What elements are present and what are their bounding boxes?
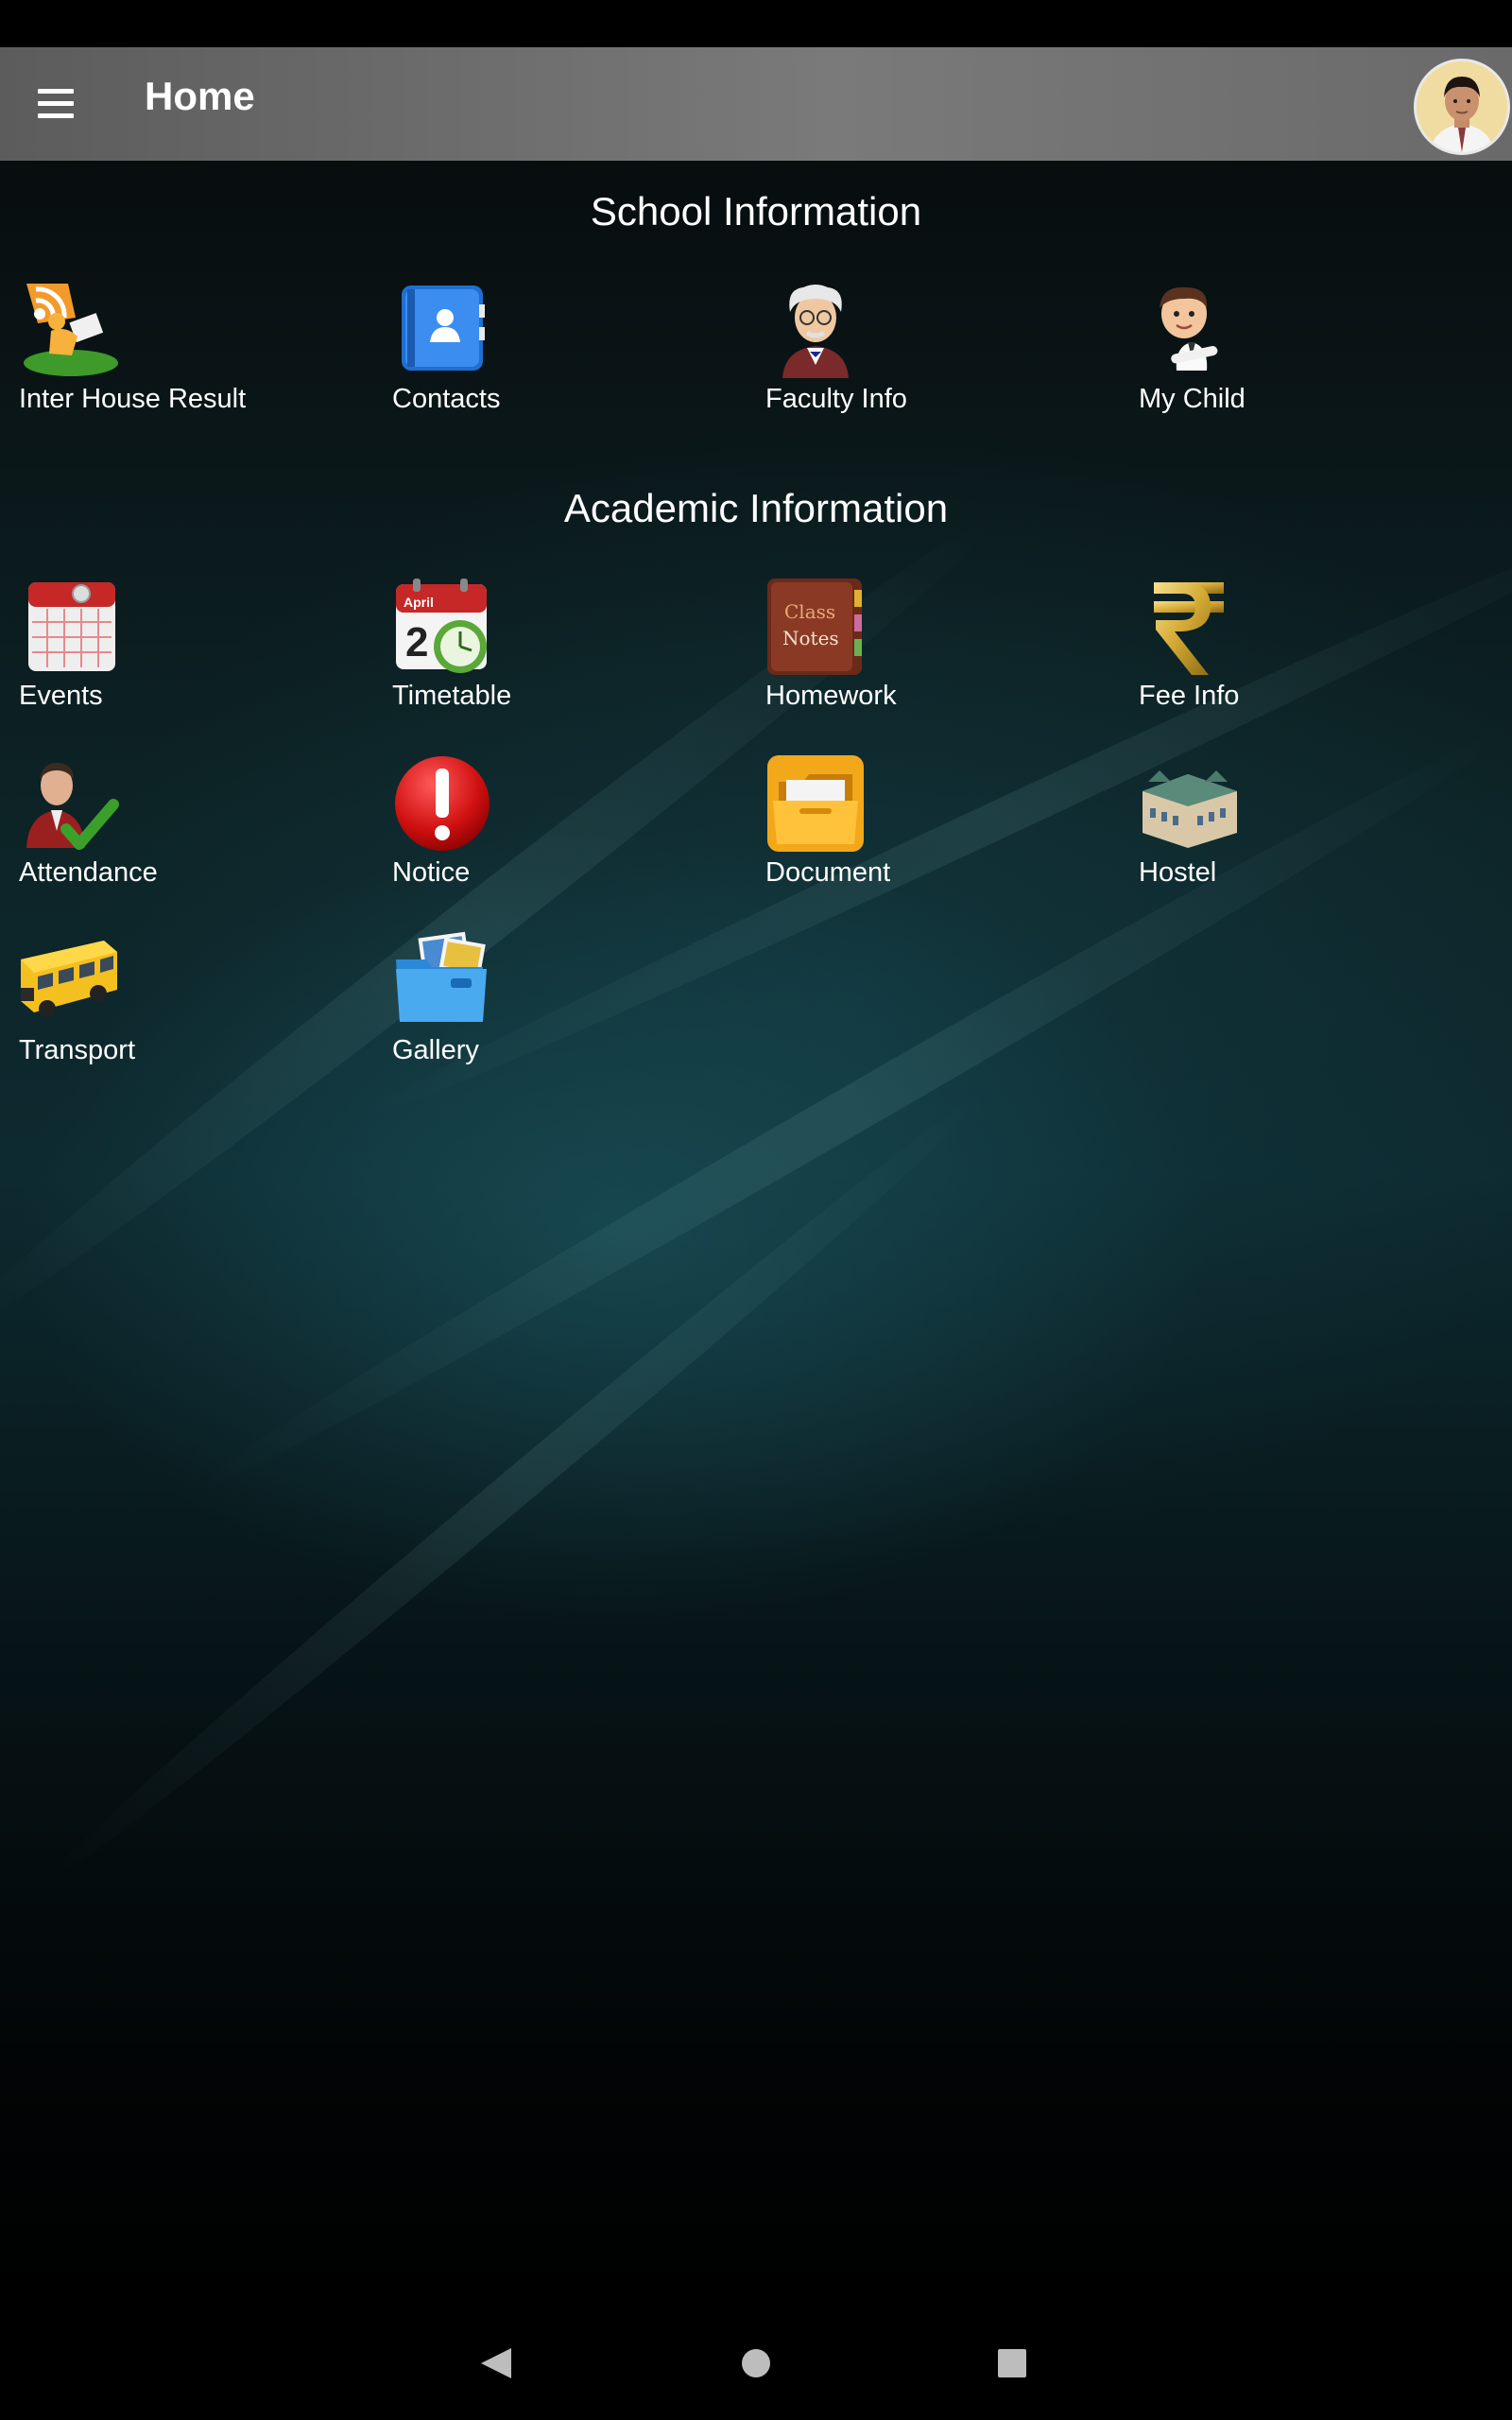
tile-transport[interactable]: Transport <box>19 931 369 1082</box>
tile-inter-house-result[interactable]: Inter House Result <box>19 280 369 431</box>
page-title: Home <box>145 74 255 118</box>
tile-label: Contacts <box>392 384 501 414</box>
tile-label: Transport <box>19 1035 136 1065</box>
status-bar <box>0 0 1512 47</box>
school-bus-icon <box>19 931 119 1031</box>
hamburger-menu-icon[interactable] <box>28 76 85 132</box>
tile-notice[interactable]: Notice <box>392 753 742 905</box>
contacts-book-icon <box>392 280 492 380</box>
tile-label: Faculty Info <box>765 384 907 414</box>
building-icon <box>1139 753 1239 854</box>
tile-label: Timetable <box>392 681 512 711</box>
photo-folder-icon <box>392 931 492 1031</box>
tile-label: Document <box>765 857 891 888</box>
tile-label: Fee Info <box>1139 681 1240 711</box>
rss-reader-icon <box>19 280 119 380</box>
home-circle-icon[interactable] <box>728 2335 784 2392</box>
timetable-day-text: 2 <box>405 619 428 666</box>
tile-fee-info[interactable]: Fee Info <box>1139 577 1488 728</box>
homework-notes-text: Notes <box>782 627 839 649</box>
tile-label: Homework <box>765 681 897 711</box>
homework-class-text: Class <box>784 600 835 623</box>
tile-label: My Child <box>1139 384 1246 414</box>
tile-hostel[interactable]: Hostel <box>1139 753 1488 905</box>
system-nav-bar <box>0 2307 1512 2420</box>
child-icon <box>1139 280 1239 380</box>
tile-events[interactable]: Events <box>19 577 369 728</box>
tile-timetable[interactable]: April 2 Timetable <box>392 577 742 728</box>
section-title-academic-information: Academic Information <box>563 486 949 530</box>
person-check-icon <box>19 753 119 854</box>
tile-gallery[interactable]: Gallery <box>392 931 742 1082</box>
tile-my-child[interactable]: My Child <box>1139 280 1488 431</box>
calendar-clock-icon: April 2 <box>392 577 492 677</box>
back-triangle-icon[interactable] <box>468 2335 524 2392</box>
tile-faculty-info[interactable]: Faculty Info <box>765 280 1115 431</box>
tile-label: Notice <box>392 857 471 888</box>
tile-label: Events <box>19 681 103 711</box>
tile-homework[interactable]: Class Notes Homework <box>765 577 1115 728</box>
user-avatar[interactable] <box>1414 59 1510 155</box>
recents-square-icon[interactable] <box>984 2335 1040 2392</box>
professor-icon <box>765 280 866 380</box>
section-title-school-information: School Information <box>590 189 922 233</box>
tile-label: Inter House Result <box>19 384 247 414</box>
tile-document[interactable]: Document <box>765 753 1115 905</box>
timetable-month-text: April <box>404 595 434 610</box>
exclamation-icon <box>392 753 492 854</box>
calendar-icon <box>19 577 119 677</box>
tile-attendance[interactable]: Attendance <box>19 753 369 905</box>
class-notes-book-icon: Class Notes <box>765 577 866 677</box>
tile-label: Attendance <box>19 857 158 888</box>
tile-label: Gallery <box>392 1035 479 1065</box>
tile-contacts[interactable]: Contacts <box>392 280 742 431</box>
rupee-icon <box>1139 577 1239 677</box>
app-bar: Home <box>0 47 1512 161</box>
folder-icon <box>765 753 866 854</box>
tile-label: Hostel <box>1139 857 1217 888</box>
